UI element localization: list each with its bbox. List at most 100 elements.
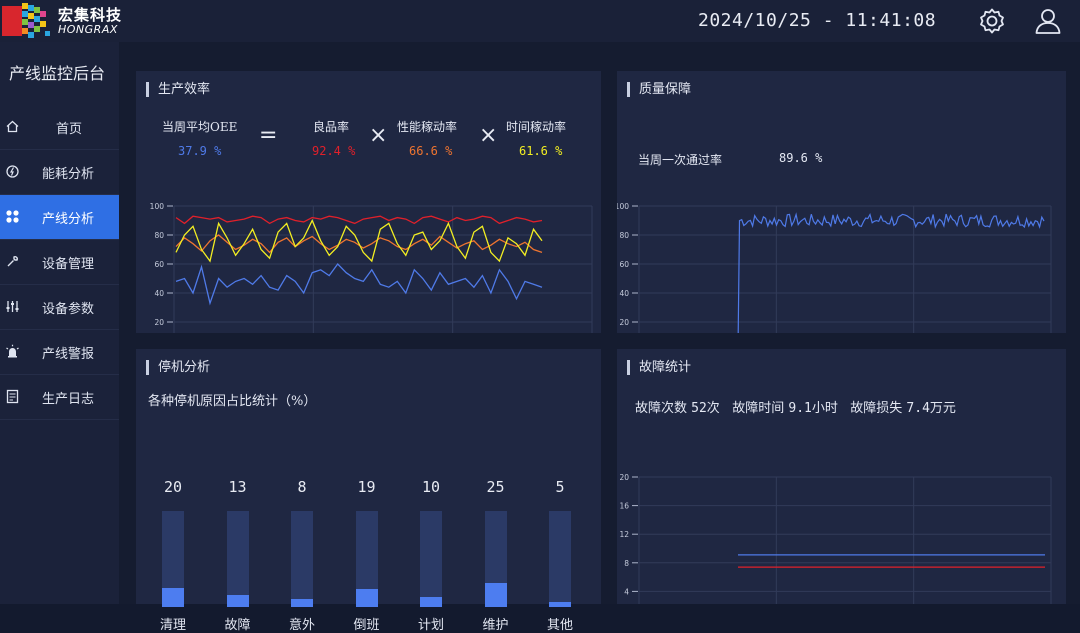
- y-tick-label: 40: [619, 289, 629, 298]
- sliders-icon: [6, 301, 19, 312]
- bar-value-label: 5: [555, 478, 565, 496]
- time-rate-label: 时间稼动率: [506, 120, 567, 134]
- panel-title: 质量保障: [627, 82, 691, 97]
- bar-category-label: 计划: [417, 618, 444, 633]
- sidebar-item-energy[interactable]: 能耗分析: [0, 150, 119, 195]
- grid-icon: [6, 210, 19, 223]
- brand-name: 宏集科技: [58, 6, 123, 24]
- performance-rate-value: 66.6 %: [409, 144, 453, 158]
- panel-title: 故障统计: [627, 360, 691, 375]
- panel-title: 生产效率: [146, 82, 210, 97]
- bar-fill: [420, 597, 442, 607]
- bar-value-label: 13: [228, 478, 247, 496]
- y-tick-label: 4: [624, 587, 629, 596]
- wrench-icon: [7, 256, 18, 267]
- quality-rate-value: 92.4 %: [312, 144, 356, 158]
- bar-fill: [226, 594, 249, 607]
- current-datetime: 2024/10/25 - 11:41:08: [698, 10, 937, 31]
- fault-loss-value: 7.4万元: [906, 401, 956, 416]
- performance-rate-label: 性能稼动率: [397, 120, 458, 134]
- bar-value-label: 20: [163, 478, 183, 496]
- fpy-value: 89.6 %: [779, 151, 823, 165]
- y-tick-label: 12: [619, 530, 629, 539]
- fault-summary: 故障次数 52次 故障时间 9.1小时 故障损失 7.4万元: [635, 397, 956, 416]
- alarm-icon: [6, 344, 19, 358]
- y-tick-label: 20: [154, 318, 164, 327]
- home-icon: [6, 120, 19, 133]
- quality-rate-label: 良品率: [313, 120, 350, 134]
- downtime-analysis-panel: 停机分析 各种停机原因占比统计（%） 20 清理 13 故障 8 意外 19 倒班 10 计划 25…: [136, 349, 601, 633]
- y-tick-label: 100: [617, 202, 629, 211]
- energy-icon: [6, 165, 19, 178]
- sidebar-item-line-analysis[interactable]: 产线分析: [0, 195, 119, 240]
- fault-time-label: 故障时间: [732, 401, 785, 416]
- sidebar-item-label: 设备管理: [42, 257, 95, 272]
- panel-title: 停机分析: [146, 360, 210, 375]
- main-content: 生产效率 当周平均OEE 37.9 % = 良品率 92.4 % × 性能稼动率…: [119, 42, 1080, 633]
- bar-value-label: 25: [486, 478, 505, 496]
- sidebar-item-alarms[interactable]: 产线警报: [0, 330, 119, 375]
- y-tick-label: 20: [619, 318, 629, 327]
- efficiency-line-chart: 02040608010011:3211:3511:3811:42: [150, 202, 593, 333]
- fault-loss-label: 故障损失: [850, 401, 903, 416]
- top-bar: 宏集科技 HONGRAX 2024/10/25 - 11:41:08: [0, 0, 1080, 42]
- quality-assurance-panel: 质量保障 当周一次通过率 89.6 % 02040608010010:4211:…: [617, 71, 1066, 333]
- sidebar-item-label: 生产日志: [42, 392, 95, 407]
- sidebar-item-label: 产线警报: [42, 347, 95, 362]
- sidebar-item-home[interactable]: 首页: [0, 105, 119, 150]
- bar-category-label: 故障: [224, 618, 251, 633]
- sidebar-item-label: 能耗分析: [42, 167, 95, 182]
- bar-fill: [291, 599, 313, 607]
- sidebar-item-label: 设备参数: [42, 302, 95, 317]
- gear-icon[interactable]: [977, 6, 1007, 36]
- y-tick-label: 16: [619, 502, 629, 511]
- hongrax-logo: [2, 3, 50, 38]
- bar-track: [226, 511, 249, 607]
- first-pass-yield-chart: 02040608010010:4211:0211:2211:42: [617, 202, 1052, 333]
- series-line: [175, 218, 543, 263]
- time-rate-value: 61.6 %: [519, 144, 563, 158]
- bar-fill: [355, 588, 378, 607]
- times-sign: ×: [369, 123, 388, 148]
- equals-sign: =: [259, 123, 278, 148]
- fault-count-label: 故障次数: [635, 401, 688, 416]
- fault-count-value: 52次: [691, 401, 720, 416]
- sidebar-item-label: 产线分析: [42, 212, 95, 227]
- series-line: [737, 212, 1045, 333]
- series-line: [175, 215, 543, 225]
- fault-line-chart: 04812162010:4211:0211:2211:42: [619, 473, 1052, 604]
- y-tick-label: 20: [619, 473, 629, 482]
- bar-category-label: 倒班: [353, 618, 380, 633]
- bar-category-label: 其他: [546, 618, 573, 633]
- brand-name-en: HONGRAX: [58, 23, 118, 36]
- y-tick-label: 80: [619, 231, 629, 240]
- bar-category-label: 清理: [159, 618, 186, 633]
- fault-time-value: 9.1小时: [788, 401, 838, 416]
- times-sign: ×: [479, 123, 498, 148]
- bar-value-label: 8: [297, 478, 307, 496]
- sidebar: 产线监控后台 首页 能耗分析 产线分析 设备管理 设备参数 产线警报 生产日志: [0, 42, 119, 604]
- y-tick-label: 60: [154, 260, 164, 269]
- sidebar-title: 产线监控后台: [9, 64, 106, 83]
- production-efficiency-panel: 生产效率 当周平均OEE 37.9 % = 良品率 92.4 % × 性能稼动率…: [136, 71, 601, 333]
- user-icon[interactable]: [1033, 6, 1063, 36]
- y-tick-label: 8: [624, 559, 629, 568]
- bar-track: [420, 511, 442, 607]
- y-tick-label: 80: [154, 231, 164, 240]
- sidebar-item-equipment[interactable]: 设备管理: [0, 240, 119, 285]
- sidebar-item-label: 首页: [56, 122, 83, 137]
- y-tick-label: 40: [154, 289, 164, 298]
- series-line: [175, 262, 543, 306]
- bar-value-label: 10: [421, 478, 441, 496]
- bar-category-label: 维护: [482, 618, 509, 633]
- bar-fill: [162, 587, 184, 607]
- fault-statistics-panel: 故障统计 故障次数 52次 故障时间 9.1小时 故障损失 7.4万元 0481…: [617, 349, 1066, 604]
- log-icon: [6, 389, 19, 404]
- y-tick-label: 60: [619, 260, 629, 269]
- bar-track: [291, 511, 313, 607]
- bar-value-label: 19: [357, 478, 376, 496]
- bar-track: [549, 511, 571, 607]
- oee-value: 37.9 %: [178, 144, 222, 158]
- sidebar-item-logs[interactable]: 生产日志: [0, 375, 119, 420]
- sidebar-item-parameters[interactable]: 设备参数: [0, 285, 119, 330]
